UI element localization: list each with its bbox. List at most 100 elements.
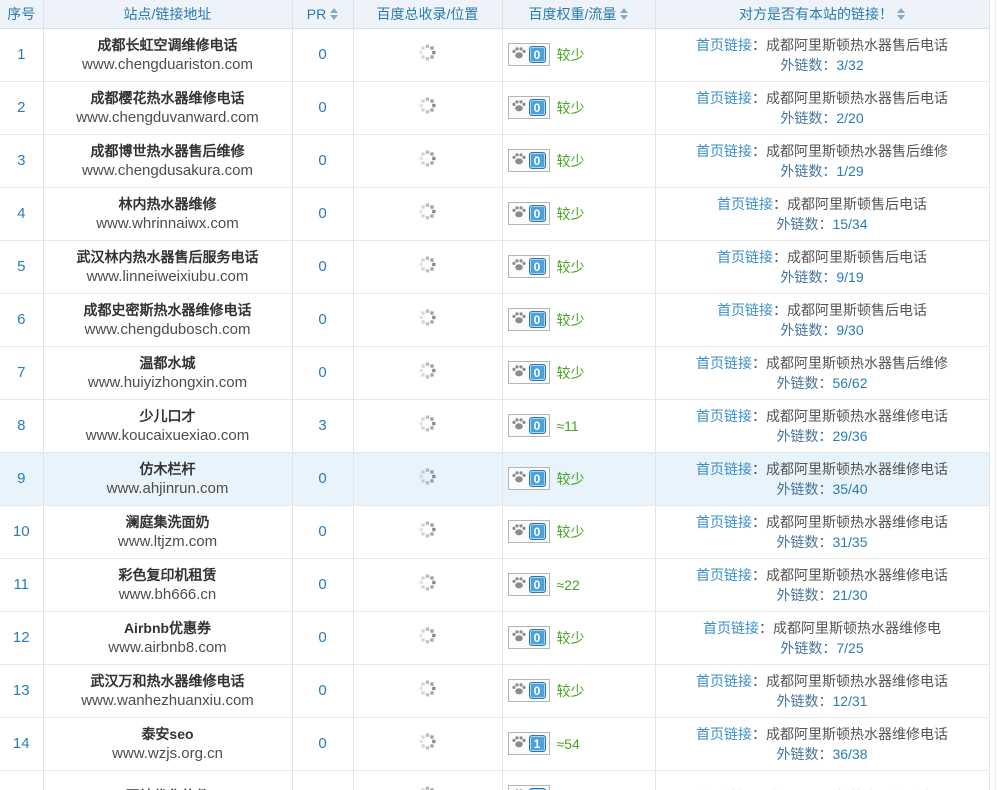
outlink-count[interactable]: 29/36 <box>832 428 867 444</box>
outlink-count[interactable]: 9/19 <box>836 269 863 285</box>
weight-inner: 0 较少 <box>503 255 655 278</box>
homepage-link[interactable]: 首页链接 <box>696 514 752 530</box>
backlink-line: 首页链接：成都阿里斯顿热水器售后电话 <box>656 35 989 55</box>
homepage-link[interactable]: 首页链接 <box>696 726 752 742</box>
homepage-link[interactable]: 首页链接 <box>717 249 773 265</box>
column-header-label: 百度权重/流量 <box>529 4 617 24</box>
outlink-count[interactable]: 36/38 <box>832 746 867 762</box>
site-url[interactable]: www.bh666.cn <box>44 585 292 604</box>
table-row: 8少儿口才www.koucaixuexiao.com30≈11首页链接：成都阿里… <box>0 399 989 452</box>
homepage-link[interactable]: 首页链接 <box>717 302 773 318</box>
outlink-count[interactable]: 1/29 <box>836 163 863 179</box>
weight-badge: 0 <box>529 311 546 328</box>
site-url[interactable]: www.koucaixuexiao.com <box>44 426 292 445</box>
row-index-cell: 15 <box>0 770 43 790</box>
outlink-count[interactable]: 12/31 <box>832 693 867 709</box>
weight-inner: 0≈22 <box>503 573 655 596</box>
site-url[interactable]: www.ahjinrun.com <box>44 479 292 498</box>
homepage-link[interactable]: 首页链接 <box>696 567 752 583</box>
homepage-link[interactable]: 首页链接 <box>717 196 773 212</box>
row-index-cell: 9 <box>0 452 43 505</box>
column-header-pr[interactable]: PR <box>292 0 353 28</box>
site-url[interactable]: www.huiyizhongxin.com <box>44 373 292 392</box>
loading-spinner-icon <box>418 679 437 703</box>
site-name: 成都长虹空调维修电话 <box>44 36 292 55</box>
site-url[interactable]: www.linneiweixiubu.com <box>44 267 292 286</box>
pr-cell: 0 <box>292 187 353 240</box>
link-target-text: ：成都阿里斯顿热水器维修电话 <box>752 726 948 742</box>
backlink-cell: 首页链接：成都阿里斯顿热水器售后电话外链数：2/20 <box>655 81 989 134</box>
paw-icon <box>512 629 526 647</box>
pr-cell: 0 <box>292 558 353 611</box>
outlink-count[interactable]: 9/30 <box>836 322 863 338</box>
site-name: 武汉林内热水器售后服务电话 <box>44 248 292 267</box>
homepage-link[interactable]: 首页链接 <box>696 90 752 106</box>
site-url[interactable]: www.chengduariston.com <box>44 55 292 74</box>
weight-icon-box: 0 <box>508 255 550 278</box>
outlink-count[interactable]: 56/62 <box>832 375 867 391</box>
outlink-count[interactable]: 15/34 <box>832 216 867 232</box>
column-header-label-wrap: PR <box>307 6 338 22</box>
weight-badge: 0 <box>529 205 546 222</box>
outlink-count[interactable]: 3/32 <box>836 57 863 73</box>
weight-icon-box: 0 <box>508 573 550 596</box>
weight-inner: 0较少 <box>503 149 655 172</box>
homepage-link[interactable]: 首页链接 <box>703 620 759 636</box>
site-url[interactable]: www.wanhezhuanxiu.com <box>44 691 292 710</box>
site-url[interactable]: www.chengduvanward.com <box>44 108 292 127</box>
column-header-label: 百度总收录/位置 <box>377 4 479 24</box>
homepage-link[interactable]: 首页链接 <box>696 37 752 53</box>
outlink-count[interactable]: 31/35 <box>832 534 867 550</box>
outlink-count[interactable]: 7/25 <box>836 640 863 656</box>
baidu-weight-cell: 0≈22 <box>502 558 655 611</box>
outlink-line: 外链数：12/31 <box>656 691 989 711</box>
site-url[interactable]: www.chengdusakura.com <box>44 161 292 180</box>
header-row: 序号站点/链接地址PR百度总收录/位置百度权重/流量对方是否有本站的链接！ <box>0 0 989 28</box>
column-header-label: 站点/链接地址 <box>124 4 212 24</box>
site-url[interactable]: www.wzjs.org.cn <box>44 744 292 763</box>
homepage-link[interactable]: 首页链接 <box>696 143 752 159</box>
site-cell: 仿木栏杆www.ahjinrun.com <box>43 452 292 505</box>
outlink-label: 外链数： <box>776 693 832 709</box>
table-header: 序号站点/链接地址PR百度总收录/位置百度权重/流量对方是否有本站的链接！ <box>0 0 989 28</box>
baidu-index-cell <box>353 240 502 293</box>
homepage-link[interactable]: 首页链接 <box>696 408 752 424</box>
backlink-line: 首页链接：成都阿里斯顿售后电话 <box>656 300 989 320</box>
column-header-baidu-weight[interactable]: 百度权重/流量 <box>502 0 655 28</box>
baidu-weight-cell: 0较少 <box>502 505 655 558</box>
homepage-link[interactable]: 首页链接 <box>696 673 752 689</box>
link-target-text: ：成都阿里斯顿热水器维修电 <box>759 620 941 636</box>
site-url[interactable]: www.chengdubosch.com <box>44 320 292 339</box>
site-url[interactable]: www.ltjzm.com <box>44 532 292 551</box>
row-index-cell: 1 <box>0 28 43 81</box>
outlink-count[interactable]: 2/20 <box>836 110 863 126</box>
table-row: 15网站优化软件首页链接：成都阿里斯顿热水器维修电话 <box>0 770 989 790</box>
column-header-backlink[interactable]: 对方是否有本站的链接！ <box>655 0 989 28</box>
sort-up-icon <box>897 8 905 13</box>
outlink-count[interactable]: 21/30 <box>832 587 867 603</box>
site-cell: 温都水城www.huiyizhongxin.com <box>43 346 292 399</box>
traffic-label: 较少 <box>557 257 585 277</box>
site-name: 成都史密斯热水器维修电话 <box>44 301 292 320</box>
backlink-line: 首页链接：成都阿里斯顿热水器售后维修 <box>656 141 989 161</box>
homepage-link[interactable]: 首页链接 <box>696 461 752 477</box>
pr-cell: 0 <box>292 505 353 558</box>
table-row: 1成都长虹空调维修电话www.chengduariston.com00较少首页链… <box>0 28 989 81</box>
baidu-weight-cell: 0较少 <box>502 452 655 505</box>
outlink-line: 外链数：35/40 <box>656 479 989 499</box>
site-url[interactable]: www.airbnb8.com <box>44 638 292 657</box>
homepage-link[interactable]: 首页链接 <box>696 355 752 371</box>
site-cell: 成都樱花热水器维修电话www.chengduvanward.com <box>43 81 292 134</box>
traffic-label: 较少 <box>557 628 585 648</box>
site-cell: 武汉林内热水器售后服务电话www.linneiweixiubu.com <box>43 240 292 293</box>
outlink-count[interactable]: 35/40 <box>832 481 867 497</box>
backlink-cell: 首页链接：成都阿里斯顿售后电话外链数：15/34 <box>655 187 989 240</box>
pr-cell: 0 <box>292 293 353 346</box>
backlink-cell: 首页链接：成都阿里斯顿热水器售后维修外链数：56/62 <box>655 346 989 399</box>
link-target-text: ：成都阿里斯顿热水器维修电话 <box>752 408 948 424</box>
site-url[interactable]: www.whrinnaiwx.com <box>44 214 292 233</box>
baidu-weight-cell <box>502 770 655 790</box>
site-cell: 成都博世热水器售后维修www.chengdusakura.com <box>43 134 292 187</box>
row-index-cell: 6 <box>0 293 43 346</box>
traffic-label: ≈11 <box>557 418 579 434</box>
